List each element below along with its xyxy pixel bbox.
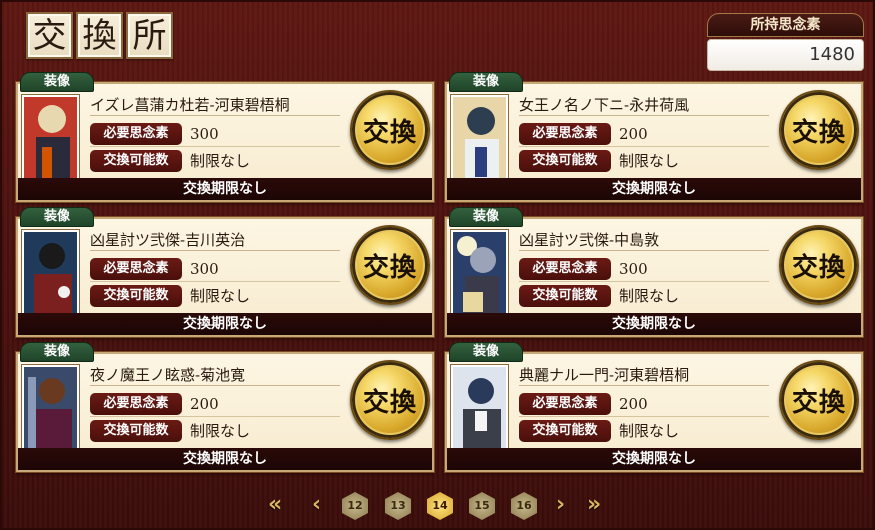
limit-value: 制限なし — [619, 287, 680, 305]
limit-label: 交換可能数 — [90, 285, 182, 307]
first-page-icon[interactable]: « — [268, 492, 282, 518]
item-card: 装像 凶星討ツ弐傑-中島敦 必要思念素 300 交換可能数 制限なし 交換 交換… — [445, 207, 863, 337]
limit-label: 交換可能数 — [519, 150, 611, 172]
limit-value: 制限なし — [190, 287, 251, 305]
item-type-tag: 装像 — [449, 342, 523, 362]
item-card: 装像 イズレ菖蒲カ杜若-河東碧梧桐 必要思念素 300 交換可能数 制限なし 交… — [16, 72, 434, 202]
item-type-tag: 装像 — [449, 207, 523, 227]
limit-label: 交換可能数 — [519, 285, 611, 307]
title-char: 所 — [126, 12, 173, 59]
exchange-button[interactable]: 交換 — [779, 90, 859, 170]
divider — [90, 416, 340, 417]
exchange-period: 交換期限なし — [18, 448, 432, 470]
item-type-tag: 装像 — [20, 342, 94, 362]
item-card: 装像 夜ノ魔王ノ眩惑-菊池寛 必要思念素 200 交換可能数 制限なし 交換 交… — [16, 342, 434, 472]
exchange-button[interactable]: 交換 — [350, 225, 430, 305]
page-number[interactable]: 15 — [469, 492, 495, 520]
cost-value: 200 — [619, 395, 648, 413]
exchange-button[interactable]: 交換 — [779, 225, 859, 305]
item-name: 凶星討ツ弐傑-中島敦 — [519, 229, 769, 251]
limit-value: 制限なし — [190, 152, 251, 170]
exchange-period: 交換期限なし — [447, 178, 861, 200]
item-card: 装像 凶星討ツ弐傑-吉川英治 必要思念素 300 交換可能数 制限なし 交換 交… — [16, 207, 434, 337]
exchange-button[interactable]: 交換 — [350, 90, 430, 170]
item-name: イズレ菖蒲カ杜若-河東碧梧桐 — [90, 94, 340, 116]
page-number[interactable]: 16 — [511, 492, 537, 520]
item-card: 装像 典麗ナル一門-河東碧梧桐 必要思念素 200 交換可能数 制限なし 交換 … — [445, 342, 863, 472]
limit-value: 制限なし — [619, 422, 680, 440]
cost-label: 必要思念素 — [519, 123, 611, 145]
exchange-period: 交換期限なし — [447, 313, 861, 335]
exchange-period: 交換期限なし — [447, 448, 861, 470]
limit-value: 制限なし — [619, 152, 680, 170]
page-title: 交 換 所 — [26, 12, 173, 59]
page-number[interactable]: 13 — [385, 492, 411, 520]
points-label: 所持思念素 — [707, 13, 864, 37]
cost-value: 200 — [619, 125, 648, 143]
title-char: 換 — [76, 12, 123, 59]
cost-label: 必要思念素 — [90, 123, 182, 145]
cost-value: 300 — [190, 260, 219, 278]
divider — [519, 146, 769, 147]
exchange-button[interactable]: 交換 — [779, 360, 859, 440]
item-name: 凶星討ツ弐傑-吉川英治 — [90, 229, 340, 251]
divider — [519, 416, 769, 417]
points-value: 1480 — [707, 39, 864, 71]
item-type-tag: 装像 — [20, 72, 94, 92]
item-type-tag: 装像 — [20, 207, 94, 227]
cost-value: 300 — [190, 125, 219, 143]
prev-page-icon[interactable]: ‹ — [312, 492, 321, 518]
exchange-button[interactable]: 交換 — [350, 360, 430, 440]
cost-value: 200 — [190, 395, 219, 413]
exchange-period: 交換期限なし — [18, 178, 432, 200]
item-type-tag: 装像 — [449, 72, 523, 92]
limit-label: 交換可能数 — [90, 150, 182, 172]
item-name: 女王ノ名ノ下ニ-永井荷風 — [519, 94, 769, 116]
item-name: 夜ノ魔王ノ眩惑-菊池寛 — [90, 364, 340, 386]
page-number[interactable]: 12 — [342, 492, 368, 520]
item-card: 装像 女王ノ名ノ下ニ-永井荷風 必要思念素 200 交換可能数 制限なし 交換 … — [445, 72, 863, 202]
limit-value: 制限なし — [190, 422, 251, 440]
pagination: « ‹ 12 13 14 15 16 › » — [2, 490, 875, 522]
item-name: 典麗ナル一門-河東碧梧桐 — [519, 364, 769, 386]
limit-label: 交換可能数 — [519, 420, 611, 442]
shop-window: 交 換 所 所持思念素 1480 装像 イズレ菖蒲カ杜若-河東碧梧桐 必要思念素… — [0, 0, 875, 530]
divider — [90, 146, 340, 147]
limit-label: 交換可能数 — [90, 420, 182, 442]
last-page-icon[interactable]: » — [587, 492, 601, 518]
divider — [519, 281, 769, 282]
title-char: 交 — [26, 12, 73, 59]
next-page-icon[interactable]: › — [556, 492, 565, 518]
page-number-current[interactable]: 14 — [427, 492, 453, 520]
divider — [90, 281, 340, 282]
cost-label: 必要思念素 — [90, 258, 182, 280]
cost-value: 300 — [619, 260, 648, 278]
exchange-period: 交換期限なし — [18, 313, 432, 335]
cost-label: 必要思念素 — [519, 393, 611, 415]
cost-label: 必要思念素 — [90, 393, 182, 415]
cost-label: 必要思念素 — [519, 258, 611, 280]
